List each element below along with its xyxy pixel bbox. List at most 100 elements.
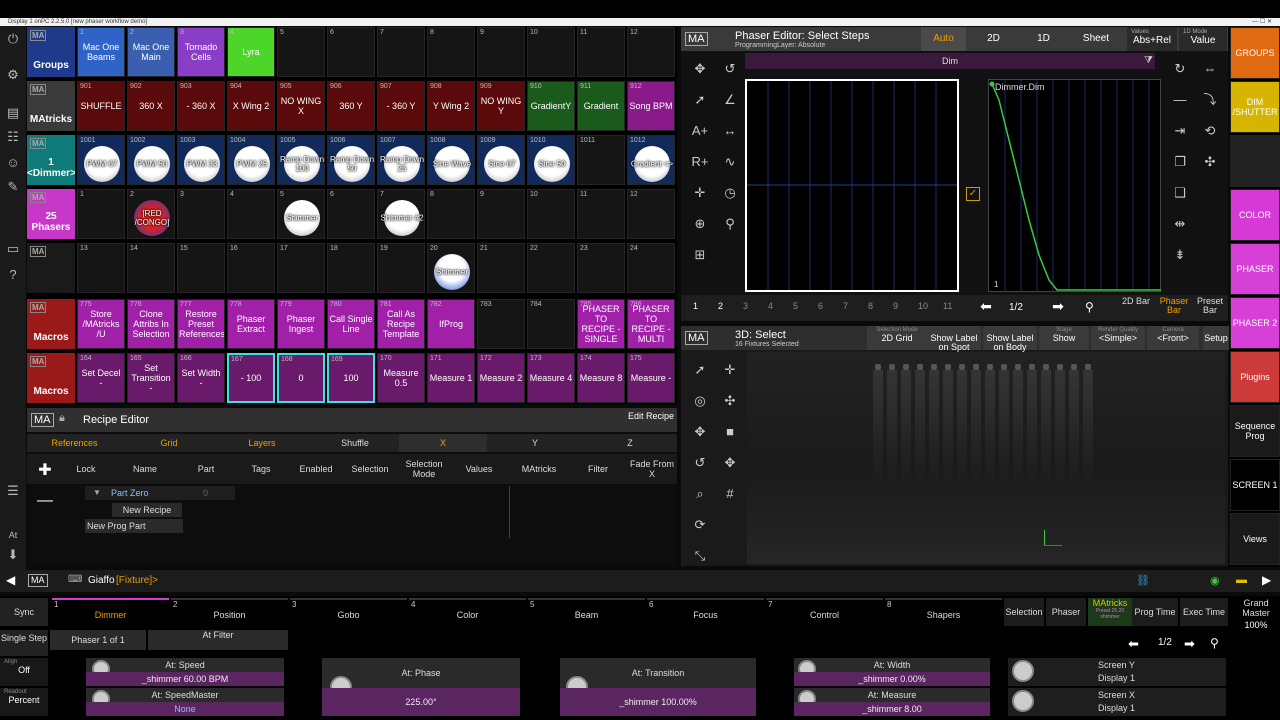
view-button[interactable]: SCREEN 1 <box>1230 459 1280 511</box>
phaser-count[interactable]: Phaser 1 of 1 <box>50 630 146 650</box>
encoder-knob[interactable] <box>1012 690 1034 712</box>
add-icon[interactable]: ✚ <box>35 460 55 479</box>
cursor-move-icon[interactable]: ✥ <box>715 447 745 478</box>
pool-cell[interactable]: 777 Restore Preset References <box>177 299 225 349</box>
recipe-column-header[interactable]: Lock <box>63 454 109 484</box>
pool-cell[interactable]: 7 <box>377 27 425 77</box>
pool-cell[interactable]: 1008 Sine Wave <box>427 135 475 185</box>
pool-cell[interactable]: 168 0 <box>277 353 325 403</box>
target-icon[interactable]: ⊕ <box>685 208 715 239</box>
pool-cell[interactable]: 1007 Ramp Down 25 <box>377 135 425 185</box>
scale-icon[interactable]: ⤡ <box>685 540 715 571</box>
pool-cell[interactable]: 7 Shimmer #2 <box>377 189 425 239</box>
tab-1d[interactable]: 1D <box>1021 27 1066 51</box>
pool-cell[interactable]: 172 Measure 2 <box>477 353 525 403</box>
pool-cell[interactable]: 776 Clone Attribs In Selection <box>127 299 175 349</box>
add-abs-icon[interactable]: A+ <box>685 115 715 146</box>
encoder-screen-x[interactable]: Screen X Display 1 <box>1008 688 1226 716</box>
orbit-icon[interactable]: ⟳ <box>685 509 715 540</box>
pool-cell[interactable]: 1 Mac One Beams <box>77 27 125 77</box>
phaser-1d-graph[interactable]: Dimmer.Dim 1 <box>988 79 1161 292</box>
edit-icon[interactable]: ✎ <box>4 178 22 196</box>
settings-icon[interactable]: ⚙ <box>4 66 22 84</box>
copy-icon[interactable]: ❐ <box>1165 146 1195 177</box>
paste-icon[interactable]: ❑ <box>1165 177 1195 208</box>
filter-icon[interactable]: ⧩ <box>1144 55 1158 69</box>
pool-cell[interactable]: 24 <box>627 243 675 293</box>
recipe-column-header[interactable]: Name <box>111 454 179 484</box>
pool-cell[interactable]: 164 Set Decel - <box>77 353 125 403</box>
pool-cell[interactable]: 23 <box>577 243 625 293</box>
step-number[interactable]: 1 <box>693 301 698 311</box>
pool-cell[interactable]: 12 <box>627 27 675 77</box>
step-number[interactable]: 4 <box>768 301 773 311</box>
step-number[interactable]: 9 <box>893 301 898 311</box>
recipe-column-header[interactable]: MAtricks <box>509 454 569 484</box>
recipe-column-header[interactable]: Tags <box>233 454 289 484</box>
view-3d-control[interactable]: Show Label on Spot <box>927 326 981 352</box>
pool-cell[interactable]: 22 <box>527 243 575 293</box>
expand-icon[interactable]: ✣ <box>1195 146 1225 177</box>
power-icon[interactable]: ⏻ <box>4 30 22 48</box>
step-number[interactable]: 2 <box>718 301 723 311</box>
recipe-tab[interactable]: Y <box>489 434 581 452</box>
encoder-speed[interactable]: At: Speed _shimmer 60.00 BPM <box>86 658 284 686</box>
grid-tool-icon[interactable]: ⊞ <box>685 239 715 270</box>
recipe-column-header[interactable]: Selection Mode <box>399 454 449 484</box>
pool-cell[interactable]: 4 <box>227 189 275 239</box>
prev-page-icon[interactable]: ⬅ <box>971 298 1001 318</box>
pool-cell[interactable]: 1004 PWM 25 <box>227 135 275 185</box>
at-filter-button[interactable]: At Filter <box>148 630 288 650</box>
pool-cell[interactable]: 12 <box>627 189 675 239</box>
pool-cell[interactable]: 10 <box>527 27 575 77</box>
pool-cell[interactable]: 170 Measure 0.5 <box>377 353 425 403</box>
keyboard-icon[interactable]: ⌨ <box>68 574 82 585</box>
view-3d-control[interactable]: Setup <box>1203 326 1229 350</box>
tab-sheet[interactable]: Sheet <box>1071 27 1121 51</box>
pool-header[interactable]: MA 1 <Dimmer> <box>27 135 75 185</box>
view-3d-control[interactable]: Selection Mode 2D Grid <box>867 326 927 350</box>
pool-cell[interactable]: 786 PHASER TO RECIPE - MULTI <box>627 299 675 349</box>
readout-button[interactable]: Readout Percent <box>0 688 48 716</box>
pool-cell[interactable]: 908 Y Wing 2 <box>427 81 475 131</box>
pool-header[interactable]: MA 25 Phasers <box>27 189 75 239</box>
mode-button[interactable]: 1D Mode Value <box>1179 27 1227 51</box>
pool-cell[interactable]: 13 <box>77 243 125 293</box>
encoder-right-tab[interactable]: MAtricks Preset 25.20 shimmer <box>1088 598 1132 626</box>
encoder-screen-y[interactable]: Screen Y Display 1 <box>1008 658 1226 686</box>
pool-cell[interactable]: 909 NO WING Y <box>477 81 525 131</box>
window-controls[interactable]: — ☐ ✕ <box>1252 18 1272 26</box>
pool-cell[interactable]: 4 Lyra <box>227 27 275 77</box>
pool-cell[interactable]: 1006 Ramp Down 50 <box>327 135 375 185</box>
width-icon[interactable]: ↔ <box>715 115 745 146</box>
pool-cell[interactable]: 1002 PWM 50 <box>127 135 175 185</box>
select-arrow-icon[interactable]: ➚ <box>685 354 715 385</box>
feature-tab[interactable]: 5 Beam <box>528 598 645 626</box>
pool-cell[interactable]: 912 Song BPM <box>627 81 675 131</box>
part-row[interactable]: ▼ Part Zero 0 <box>85 486 235 500</box>
step-number[interactable]: 5 <box>793 301 798 311</box>
edit-recipe-button[interactable]: Edit Recipe <box>627 410 675 430</box>
pool-cell[interactable]: 19 <box>377 243 425 293</box>
view-3d-control[interactable]: Show Label on Body <box>983 326 1037 352</box>
select-arrow-icon[interactable]: ➚ <box>685 84 715 115</box>
grid-icon[interactable]: # <box>715 478 745 509</box>
pool-cell[interactable]: 902 360 X <box>127 81 175 131</box>
pool-cell[interactable]: 1010 Sine 50 <box>527 135 575 185</box>
pan-icon[interactable]: ⇔ <box>1195 53 1225 84</box>
step-number[interactable]: 3 <box>743 301 748 311</box>
channel-bar[interactable]: Dim <box>745 53 1155 69</box>
pool-header[interactable]: MA <box>27 243 75 293</box>
recipe-tab[interactable]: Shuffle <box>309 434 401 452</box>
pool-cell[interactable]: 6 <box>327 27 375 77</box>
pool-cell[interactable]: 166 Set Width - <box>177 353 225 403</box>
move-icon[interactable]: ✥ <box>685 416 715 447</box>
pool-cell[interactable]: 901 SHUFFLE <box>77 81 125 131</box>
at-icon[interactable]: At <box>4 526 22 544</box>
pool-cell[interactable]: 1011 <box>577 135 625 185</box>
encoder-right-tab[interactable]: Phaser <box>1046 598 1086 626</box>
split-icon[interactable]: ⇹ <box>1165 208 1195 239</box>
encoder-speedmaster[interactable]: At: SpeedMaster None <box>86 688 284 716</box>
step-icon[interactable]: ⤵ <box>1195 84 1225 115</box>
pool-cell[interactable]: 779 Phaser Ingest <box>277 299 325 349</box>
